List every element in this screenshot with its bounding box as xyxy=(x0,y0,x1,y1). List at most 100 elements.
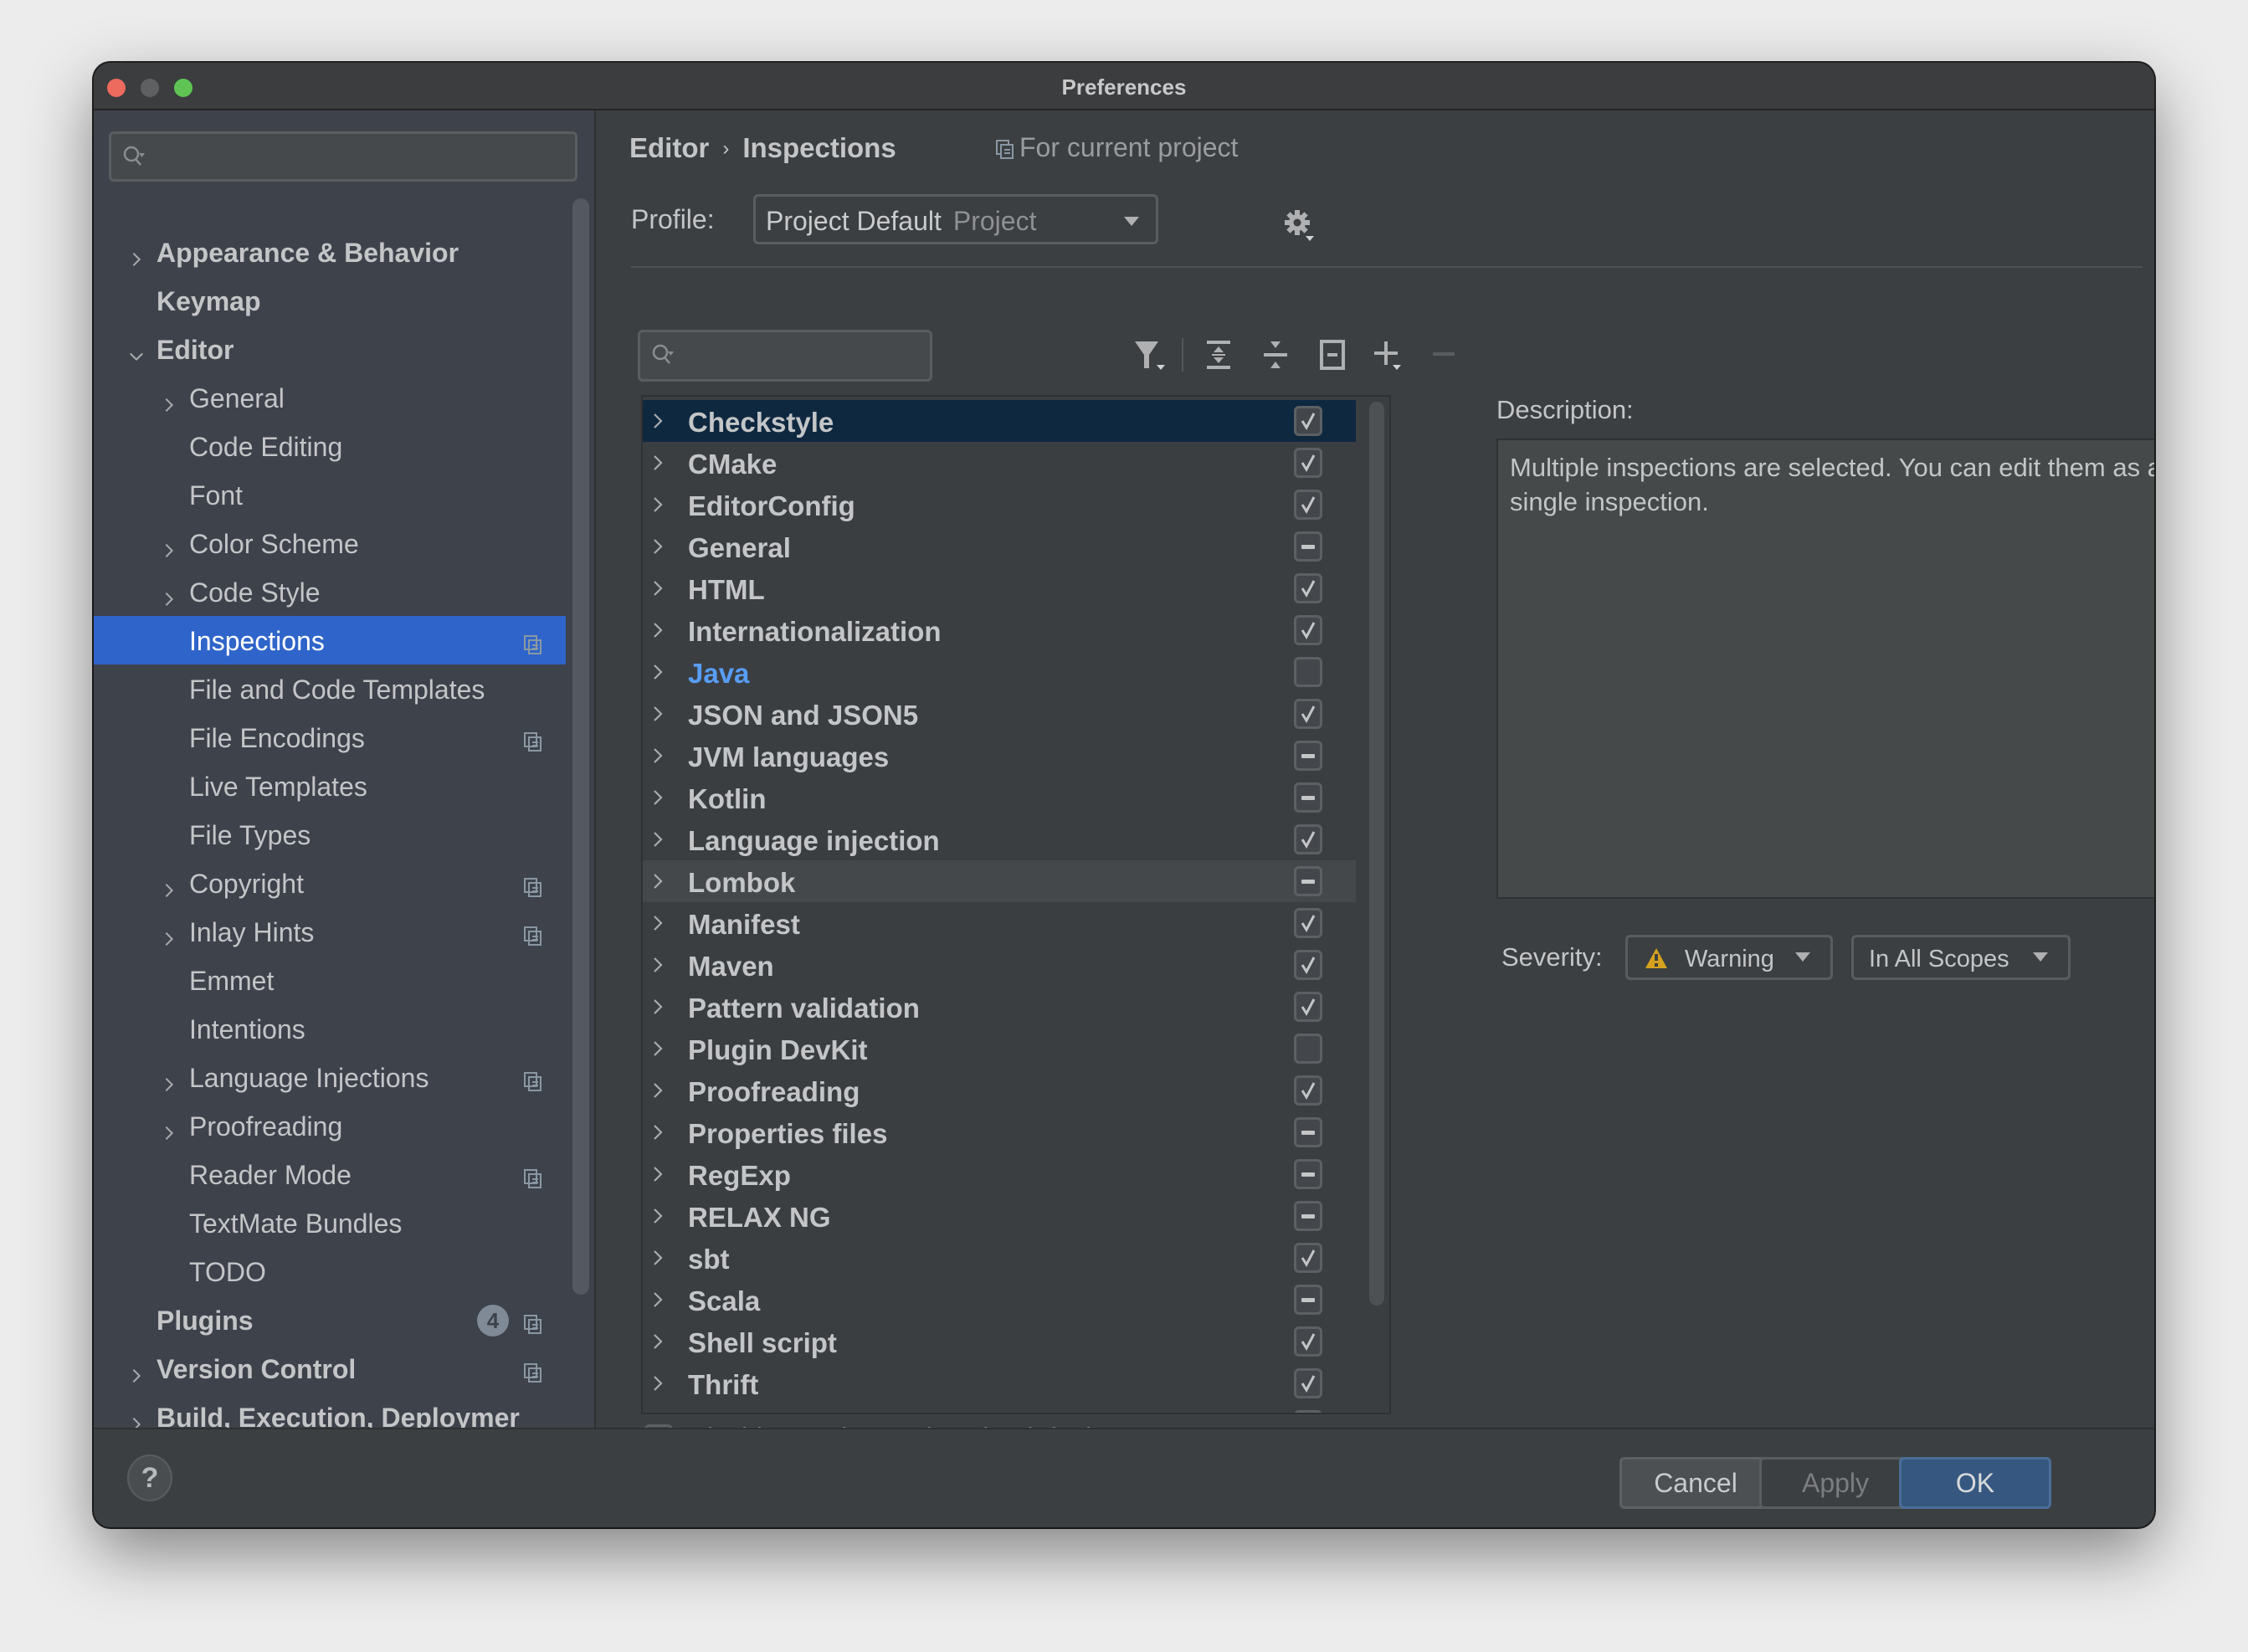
ok-button[interactable]: OK xyxy=(1899,1457,2051,1509)
chevron-right-icon[interactable] xyxy=(651,1207,665,1225)
inspection-row-html[interactable]: HTML xyxy=(643,567,1356,609)
inspection-checkbox[interactable] xyxy=(1294,699,1322,729)
sidebar-item-live-templates[interactable]: Live Templates xyxy=(94,762,566,810)
sidebar-item-todo[interactable]: TODO xyxy=(94,1247,566,1295)
inspection-row-manifest[interactable]: Manifest xyxy=(643,902,1356,944)
chevron-right-icon[interactable] xyxy=(651,1290,665,1309)
chevron-right-icon[interactable] xyxy=(651,579,665,598)
remove-icon[interactable] xyxy=(1426,336,1463,373)
inspection-checkbox[interactable] xyxy=(1294,866,1322,896)
severity-dropdown[interactable]: Warning xyxy=(1625,935,1833,980)
inspection-checkbox[interactable] xyxy=(1294,992,1322,1022)
inspections-scrollbar[interactable] xyxy=(1369,402,1384,1306)
inspection-checkbox[interactable] xyxy=(1294,1034,1322,1064)
inspection-checkbox[interactable] xyxy=(1294,741,1322,771)
chevron-right-icon[interactable] xyxy=(651,872,665,890)
chevron-right-icon[interactable] xyxy=(128,1408,145,1428)
inspection-row-lombok[interactable]: Lombok xyxy=(643,860,1356,902)
chevron-right-icon[interactable] xyxy=(161,535,177,557)
chevron-right-icon[interactable] xyxy=(651,1039,665,1058)
sidebar-item-editor[interactable]: Editor xyxy=(94,325,566,373)
scope-dropdown[interactable]: In All Scopes xyxy=(1851,935,2071,980)
chevron-right-icon[interactable] xyxy=(651,412,665,430)
chevron-right-icon[interactable] xyxy=(651,705,665,723)
inspection-row-cmake[interactable]: CMake xyxy=(643,442,1356,484)
chevron-right-icon[interactable] xyxy=(651,746,665,765)
inspection-checkbox[interactable] xyxy=(1294,1326,1322,1357)
sidebar-item-textmate-bundles[interactable]: TextMate Bundles xyxy=(94,1198,566,1247)
chevron-right-icon[interactable] xyxy=(651,1123,665,1142)
sidebar-item-proofreading[interactable]: Proofreading xyxy=(94,1101,566,1150)
chevron-right-icon[interactable] xyxy=(161,875,177,897)
inspection-checkbox[interactable] xyxy=(1294,1159,1322,1189)
sidebar-item-file-and-code-templates[interactable]: File and Code Templates xyxy=(94,664,566,713)
apply-button[interactable]: Apply xyxy=(1759,1457,1912,1509)
inspection-row-scala[interactable]: Scala xyxy=(643,1279,1356,1321)
gear-icon[interactable] xyxy=(1284,209,1314,243)
inspection-row-regexp[interactable]: RegExp xyxy=(643,1153,1356,1195)
sidebar-item-language-injections[interactable]: Language Injections xyxy=(94,1053,566,1101)
chevron-right-icon[interactable] xyxy=(651,830,665,849)
chevron-right-icon[interactable] xyxy=(651,1374,665,1393)
inspection-checkbox[interactable] xyxy=(1294,657,1322,687)
chevron-right-icon[interactable] xyxy=(161,1117,177,1140)
chevron-right-icon[interactable] xyxy=(651,788,665,807)
chevron-right-icon[interactable] xyxy=(651,1081,665,1100)
chevron-right-icon[interactable] xyxy=(651,621,665,639)
chevron-right-icon[interactable] xyxy=(651,956,665,974)
chevron-right-icon[interactable] xyxy=(651,1165,665,1183)
sidebar-scrollbar[interactable] xyxy=(572,198,589,1295)
inspection-row-pattern-validation[interactable]: Pattern validation xyxy=(643,986,1356,1028)
cancel-button[interactable]: Cancel xyxy=(1619,1457,1772,1509)
inspection-checkbox[interactable] xyxy=(1294,615,1322,645)
sidebar-item-copyright[interactable]: Copyright xyxy=(94,859,566,907)
sidebar-item-font[interactable]: Font xyxy=(94,470,566,519)
chevron-down-icon[interactable] xyxy=(128,341,145,362)
inspection-checkbox[interactable] xyxy=(1294,573,1322,603)
inspection-row-proofreading[interactable]: Proofreading xyxy=(643,1070,1356,1111)
sidebar-item-general[interactable]: General xyxy=(94,373,566,422)
sidebar-item-version-control[interactable]: Version Control xyxy=(94,1344,566,1393)
inspection-row-plugin-devkit[interactable]: Plugin DevKit xyxy=(643,1028,1356,1070)
inspection-checkbox[interactable] xyxy=(1294,531,1322,562)
inspection-row-shell-script[interactable]: Shell script xyxy=(643,1321,1356,1362)
sidebar-item-inlay-hints[interactable]: Inlay Hints xyxy=(94,907,566,956)
chevron-right-icon[interactable] xyxy=(651,1332,665,1351)
inspection-checkbox[interactable] xyxy=(1294,950,1322,980)
sidebar-item-reader-mode[interactable]: Reader Mode xyxy=(94,1150,566,1198)
filter-icon[interactable] xyxy=(1132,336,1168,373)
expand-all-icon[interactable] xyxy=(1200,336,1237,373)
breadcrumb-editor[interactable]: Editor xyxy=(629,132,709,163)
chevron-right-icon[interactable] xyxy=(651,914,665,932)
chevron-right-icon[interactable] xyxy=(128,244,145,266)
chevron-right-icon[interactable] xyxy=(161,923,177,946)
help-button[interactable]: ? xyxy=(127,1454,172,1501)
inspections-search-input[interactable] xyxy=(638,330,932,382)
inspection-row-editorconfig[interactable]: EditorConfig xyxy=(643,484,1356,526)
inspection-checkbox[interactable] xyxy=(1294,1368,1322,1398)
sidebar-item-file-types[interactable]: File Types xyxy=(94,810,566,859)
sidebar-item-color-scheme[interactable]: Color Scheme xyxy=(94,519,566,567)
inspection-checkbox[interactable] xyxy=(1294,490,1322,520)
sidebar-item-inspections[interactable]: Inspections xyxy=(94,616,566,664)
inspection-row-kotlin[interactable]: Kotlin xyxy=(643,777,1356,818)
reset-icon[interactable] xyxy=(1314,336,1351,373)
inspection-row-maven[interactable]: Maven xyxy=(643,944,1356,986)
sidebar-item-code-editing[interactable]: Code Editing xyxy=(94,422,566,470)
inspection-checkbox[interactable] xyxy=(1294,1117,1322,1147)
sidebar-item-intentions[interactable]: Intentions xyxy=(94,1004,566,1053)
chevron-right-icon[interactable] xyxy=(651,454,665,472)
inspection-checkbox[interactable] xyxy=(1294,1075,1322,1106)
sidebar-item-code-style[interactable]: Code Style xyxy=(94,567,566,616)
chevron-right-icon[interactable] xyxy=(651,663,665,681)
chevron-right-icon[interactable] xyxy=(161,1069,177,1091)
inspection-row-general[interactable]: General xyxy=(643,526,1356,567)
inspection-row-language-injection[interactable]: Language injection xyxy=(643,818,1356,860)
inspection-row-internationalization[interactable]: Internationalization xyxy=(643,609,1356,651)
sidebar-item-appearance-behavior[interactable]: Appearance & Behavior xyxy=(94,228,566,276)
inspection-row-properties-files[interactable]: Properties files xyxy=(643,1111,1356,1153)
profile-dropdown[interactable]: Project Default Project xyxy=(753,194,1158,244)
inspection-checkbox[interactable] xyxy=(1294,1285,1322,1315)
inspection-row-sbt[interactable]: sbt xyxy=(643,1237,1356,1279)
inspection-row-java[interactable]: Java xyxy=(643,651,1356,693)
